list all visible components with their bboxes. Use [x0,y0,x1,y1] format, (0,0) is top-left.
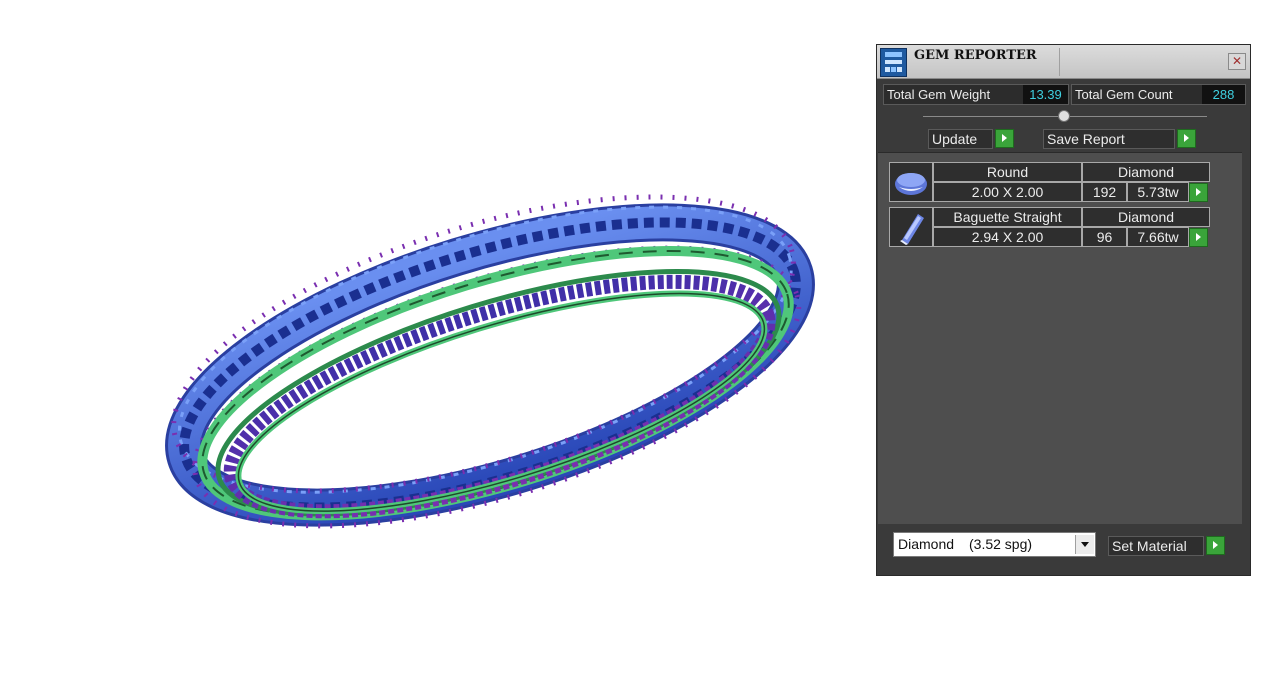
gem-reporter-panel: GEM REPORTER ✕ Total Gem Weight 13.39 To… [876,44,1251,576]
gem-count: 192 [1082,182,1127,202]
update-go-icon[interactable] [995,129,1014,148]
total-gem-count-value: 288 [1202,85,1245,104]
gem-size: 2.00 X 2.00 [933,182,1082,202]
set-material-go-icon[interactable] [1206,536,1225,555]
baguette-gem-icon [889,207,933,247]
gem-count: 96 [1082,227,1127,247]
panel-resize-handle[interactable] [1058,110,1070,122]
gem-material: Diamond [1082,207,1210,227]
gem-shape: Baguette Straight [933,207,1082,227]
set-material-button[interactable]: Set Material [1108,536,1204,556]
gem-weight: 5.73tw [1127,182,1189,202]
bangle-model-render [165,194,815,529]
3d-viewport[interactable] [0,0,860,687]
gem-material: Diamond [1082,162,1210,182]
gem-row-go-icon[interactable] [1189,228,1208,247]
gem-row[interactable]: Round Diamond 2.00 X 2.00 192 5.73tw [889,162,1211,204]
round-gem-icon [889,162,933,202]
save-report-button[interactable]: Save Report [1043,129,1175,149]
total-gem-weight-text: Total Gem Weight [887,87,991,102]
gem-size: 2.94 X 2.00 [933,227,1082,247]
close-button[interactable]: ✕ [1228,53,1246,70]
material-dropdown[interactable]: Diamond (3.52 spg) [893,532,1096,557]
gem-weight: 7.66tw [1127,227,1189,247]
gem-row-go-icon[interactable] [1189,183,1208,202]
gem-shape: Round [933,162,1082,182]
gem-reporter-app-icon [880,48,907,77]
title-bar[interactable]: GEM REPORTER ✕ [877,45,1250,79]
material-name: Diamond [898,536,955,552]
material-specific-gravity: (3.52 spg) [969,536,1033,552]
close-icon: ✕ [1231,54,1243,68]
chevron-down-icon[interactable] [1075,535,1094,554]
total-gem-weight-value: 13.39 [1023,85,1068,104]
gem-list: Round Diamond 2.00 X 2.00 192 5.73tw Bag… [878,152,1242,524]
title-divider [1059,48,1060,76]
save-report-go-icon[interactable] [1177,129,1196,148]
gem-row[interactable]: Baguette Straight Diamond 2.94 X 2.00 96… [889,207,1211,249]
total-gem-count-text: Total Gem Count [1075,87,1173,102]
panel-title: GEM REPORTER [914,48,1037,63]
update-button[interactable]: Update [928,129,993,149]
